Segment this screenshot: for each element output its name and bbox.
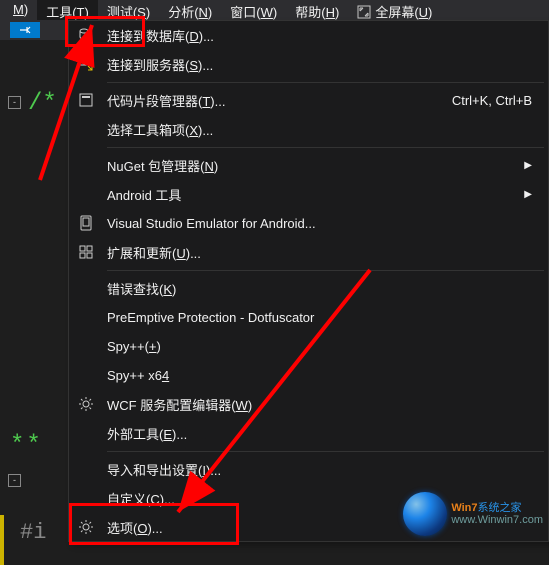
pin-icon (18, 24, 32, 36)
menu-separator (107, 147, 544, 148)
menu-snippet-manager[interactable]: 代码片段管理器(T)... Ctrl+K, Ctrl+B (69, 86, 548, 115)
editor-gutter: - /* ** - #i (0, 40, 68, 542)
menu-android-tools[interactable]: Android 工具 ▶ (69, 180, 548, 209)
server-connect-icon (77, 55, 95, 73)
emulator-icon (77, 214, 95, 232)
pin-button[interactable] (10, 22, 40, 38)
submenu-arrow-icon: ▶ (524, 160, 532, 171)
menu-connect-server[interactable]: 连接到服务器(S)... (69, 50, 548, 79)
tools-dropdown: 连接到数据库(D)... 连接到服务器(S)... 代码片段管理器(T)... … (68, 20, 549, 542)
db-connect-icon (77, 26, 95, 44)
toolbar (0, 20, 68, 40)
menu-spypp[interactable]: Spy++(+) (69, 332, 548, 361)
menu-spypp-x64[interactable]: Spy++ x64 (69, 361, 548, 390)
watermark: Win7系统之家 www.Winwin7.com (403, 492, 543, 536)
menu-android-emulator[interactable]: Visual Studio Emulator for Android... (69, 209, 548, 238)
menu-dotfuscator[interactable]: PreEmptive Protection - Dotfuscator (69, 303, 548, 332)
editor-text: ** (10, 432, 43, 459)
editor-text: /* (28, 90, 57, 117)
menu-separator (107, 270, 544, 271)
menu-error-lookup[interactable]: 错误查找(K) (69, 274, 548, 303)
menu-wcf-config[interactable]: WCF 服务配置编辑器(W) (69, 390, 548, 419)
menu-nuget[interactable]: NuGet 包管理器(N) ▶ (69, 151, 548, 180)
editor-text: #i (20, 520, 46, 545)
change-marker (0, 515, 4, 565)
gear-icon (77, 395, 95, 413)
menu-external-tools[interactable]: 外部工具(E)... (69, 419, 548, 448)
menu-connect-database[interactable]: 连接到数据库(D)... (69, 21, 548, 50)
windows-orb-icon (403, 492, 447, 536)
shortcut-label: Ctrl+K, Ctrl+B (452, 93, 532, 108)
menu-choose-toolbox[interactable]: 选择工具箱项(X)... (69, 115, 548, 144)
fold-toggle[interactable]: - (8, 474, 21, 487)
menu-team[interactable]: M) (4, 0, 37, 21)
menu-separator (107, 451, 544, 452)
menu-import-export[interactable]: 导入和导出设置(I)... (69, 455, 548, 484)
fold-toggle[interactable]: - (8, 96, 21, 109)
menubar: M) 工具(T) 测试(S) 分析(N) 窗口(W) 帮助(H) 全屏幕(U) (0, 0, 549, 21)
snippet-icon (77, 91, 95, 109)
menu-extensions[interactable]: 扩展和更新(U)... (69, 238, 548, 267)
extensions-icon (77, 243, 95, 261)
menu-separator (107, 82, 544, 83)
fullscreen-icon (357, 5, 371, 19)
gear-icon (77, 518, 95, 536)
submenu-arrow-icon: ▶ (524, 189, 532, 200)
